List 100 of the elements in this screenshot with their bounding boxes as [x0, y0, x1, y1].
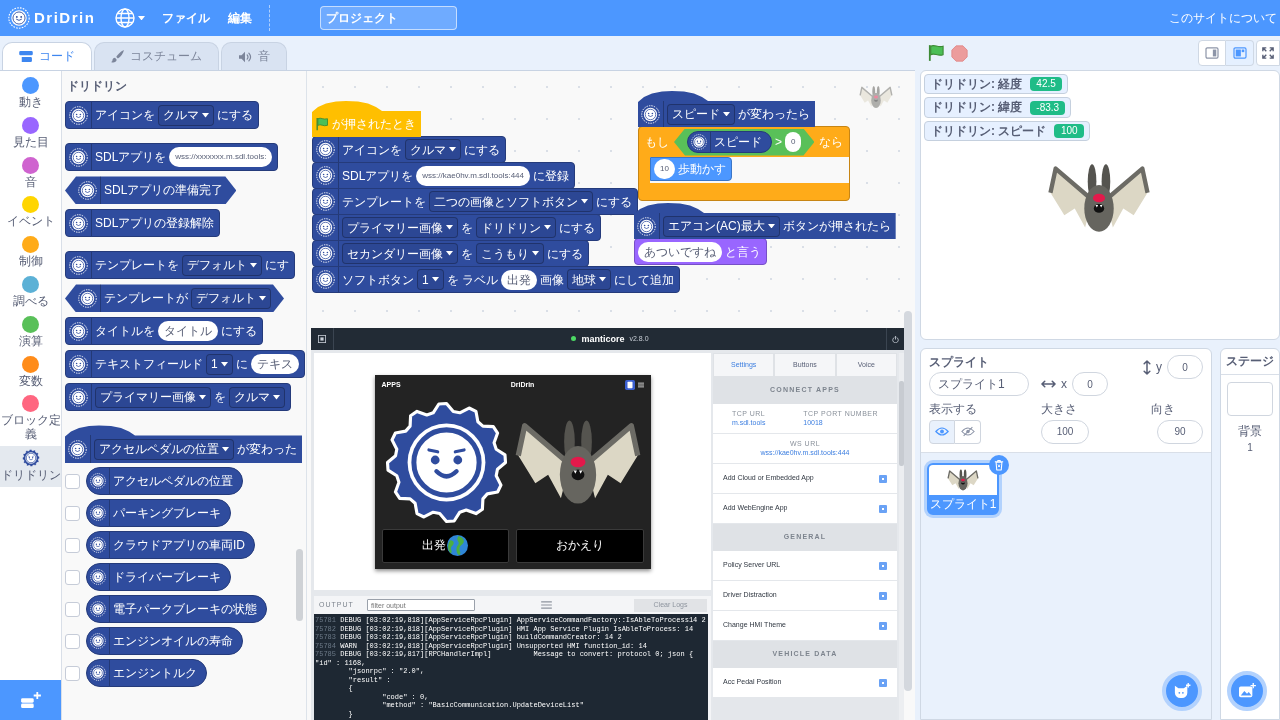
- reporter-block[interactable]: パーキングブレーキ: [86, 499, 231, 528]
- category-item[interactable]: 音: [0, 153, 61, 194]
- reporter-block[interactable]: アクセルペダルの位置: [86, 467, 243, 496]
- dropdown[interactable]: クルマ: [229, 386, 285, 408]
- dropdown[interactable]: 地球: [567, 269, 612, 290]
- checkbox[interactable]: [65, 505, 80, 521]
- fullscreen-button[interactable]: [1256, 40, 1280, 66]
- layout-button[interactable]: [1198, 40, 1226, 66]
- code-block[interactable]: テキストフィールド 1 に テキス: [65, 350, 305, 379]
- soft-button[interactable]: 出発: [381, 528, 509, 563]
- code-block[interactable]: タイトルを タイトル にする: [65, 317, 263, 346]
- dropdown[interactable]: プライマリー画像: [342, 217, 458, 238]
- code-block[interactable]: SDLアプリの登録解除: [65, 209, 221, 238]
- input-field[interactable]: 10: [654, 159, 675, 179]
- code-block[interactable]: SDLアプリを wss://kae0hv.m.sdl.tools:444 に登録: [312, 162, 576, 189]
- dropdown[interactable]: こうもり: [476, 243, 544, 264]
- dropdown[interactable]: クルマ: [405, 139, 461, 160]
- caret-icon: [222, 447, 229, 452]
- backdrop-count: 1: [1247, 442, 1253, 455]
- code-block[interactable]: 10 歩動かす: [650, 157, 732, 181]
- input-field[interactable]: タイトル: [158, 321, 218, 342]
- code-block[interactable]: セカンダリー画像 を こうもり にする: [312, 240, 589, 267]
- if-block[interactable]: もし スピード > 0 なら 10 歩動かす: [638, 126, 851, 201]
- power-icon[interactable]: [892, 335, 899, 343]
- delete-button[interactable]: [989, 454, 1009, 475]
- category-item[interactable]: 見た目: [0, 113, 61, 154]
- dropdown[interactable]: プライマリー画像: [95, 386, 211, 408]
- checkbox[interactable]: [65, 633, 80, 649]
- add-extension-button[interactable]: [0, 680, 61, 720]
- code-block[interactable]: テンプレートを 二つの画像とソフトボタン にする: [312, 188, 638, 215]
- checkbox[interactable]: [65, 537, 80, 553]
- visibility-button[interactable]: [929, 419, 955, 444]
- dropdown[interactable]: デフォルト: [182, 254, 262, 276]
- input-field[interactable]: wss://kae0hv.m.sdl.tools:444: [416, 165, 531, 186]
- hat-block[interactable]: アクセルペダルの位置 が変わった: [65, 425, 302, 464]
- app-icon[interactable]: [624, 380, 635, 390]
- logo-icon[interactable]: [8, 7, 30, 29]
- soft-button[interactable]: おかえり: [516, 528, 644, 563]
- input-field[interactable]: 出発: [501, 269, 538, 290]
- category-item[interactable]: 動き: [0, 74, 61, 114]
- boolean-block[interactable]: スピード > 0: [674, 128, 815, 156]
- dropdown[interactable]: アクセルペダルの位置: [94, 438, 234, 460]
- scrollbar[interactable]: [296, 549, 303, 621]
- stop-icon[interactable]: [951, 44, 968, 62]
- sprite-name-field[interactable]: スプライト1: [929, 372, 1029, 397]
- add-sprite-button[interactable]: [1162, 671, 1202, 711]
- reporter-block[interactable]: スピード: [687, 131, 772, 153]
- y-field[interactable]: 0: [1167, 355, 1203, 379]
- tab[interactable]: コード: [2, 42, 92, 70]
- reporter-block[interactable]: 電子パークブレーキの状態: [86, 595, 267, 624]
- reporter-block[interactable]: エンジントルク: [86, 659, 207, 688]
- code-block[interactable]: あついですね と言う: [634, 238, 767, 265]
- category-item[interactable]: ブロック定義: [0, 392, 61, 446]
- hat-block[interactable]: スピード が変わったら: [638, 91, 815, 127]
- dropdown[interactable]: ドリドリン: [476, 217, 556, 238]
- category-item[interactable]: 変数: [0, 352, 61, 393]
- code-block[interactable]: テンプレートを デフォルト にす: [65, 251, 295, 280]
- reporter-block[interactable]: ドライバーブレーキ: [86, 563, 231, 592]
- direction-field[interactable]: 90: [1157, 419, 1203, 444]
- dropdown[interactable]: デフォルト: [191, 287, 271, 309]
- category-item[interactable]: 演算: [0, 312, 61, 353]
- category-item[interactable]: イベント: [0, 193, 61, 234]
- dropdown[interactable]: 1: [417, 269, 444, 290]
- size-field[interactable]: 100: [1041, 419, 1089, 444]
- checkbox[interactable]: [65, 665, 80, 681]
- flag-icon[interactable]: [927, 44, 945, 62]
- code-block[interactable]: アイコンを クルマ にする: [65, 101, 259, 130]
- checkbox[interactable]: [65, 601, 80, 617]
- category-item[interactable]: 調べる: [0, 273, 61, 313]
- dropdown[interactable]: エアコン(AC)最大: [663, 215, 780, 237]
- dropdown[interactable]: セカンダリー画像: [342, 243, 458, 264]
- code-block[interactable]: プライマリー画像 を ドリドリン にする: [312, 214, 601, 241]
- dropdown[interactable]: 1: [206, 353, 233, 375]
- boolean-block[interactable]: SDLアプリの準備完了: [65, 176, 237, 205]
- checkbox[interactable]: [65, 473, 80, 489]
- checkbox[interactable]: [65, 569, 80, 585]
- scrollbar[interactable]: [904, 311, 912, 691]
- dropdown[interactable]: スピード: [667, 103, 735, 125]
- boolean-block[interactable]: テンプレートが デフォルト: [65, 284, 284, 313]
- reporter-block[interactable]: クラウドアプリの車両ID: [86, 531, 255, 560]
- code-block[interactable]: ソフトボタン 1 を ラベル 出発 画像 地球 にして追加: [312, 266, 681, 293]
- category-item[interactable]: 制御: [0, 233, 61, 273]
- visibility-button[interactable]: [955, 419, 981, 444]
- scrollbar[interactable]: [899, 381, 904, 466]
- x-field[interactable]: 0: [1072, 372, 1108, 397]
- code-block[interactable]: プライマリー画像 を クルマ: [65, 383, 291, 412]
- input-field[interactable]: wss://xxxxxxx.m.sdl.tools:: [169, 147, 273, 168]
- reporter-block[interactable]: エンジンオイルの寿命: [86, 627, 243, 656]
- hat-block[interactable]: エアコン(AC)最大 ボタンが押されたら: [634, 203, 896, 239]
- input-field[interactable]: 0: [785, 132, 802, 152]
- stage-thumbnail[interactable]: [1227, 382, 1273, 416]
- code-block[interactable]: SDLアプリを wss://xxxxxxx.m.sdl.tools:: [65, 143, 279, 172]
- add-backdrop-button[interactable]: [1227, 671, 1267, 711]
- dropdown[interactable]: 二つの画像とソフトボタン: [429, 191, 593, 212]
- menu-icon[interactable]: [541, 601, 552, 609]
- input-field[interactable]: テキス: [250, 354, 299, 375]
- window-icon[interactable]: [318, 335, 326, 343]
- category-item[interactable]: ドリドリン: [0, 445, 61, 487]
- input-field[interactable]: あついですね: [638, 241, 722, 262]
- dropdown[interactable]: クルマ: [158, 104, 214, 126]
